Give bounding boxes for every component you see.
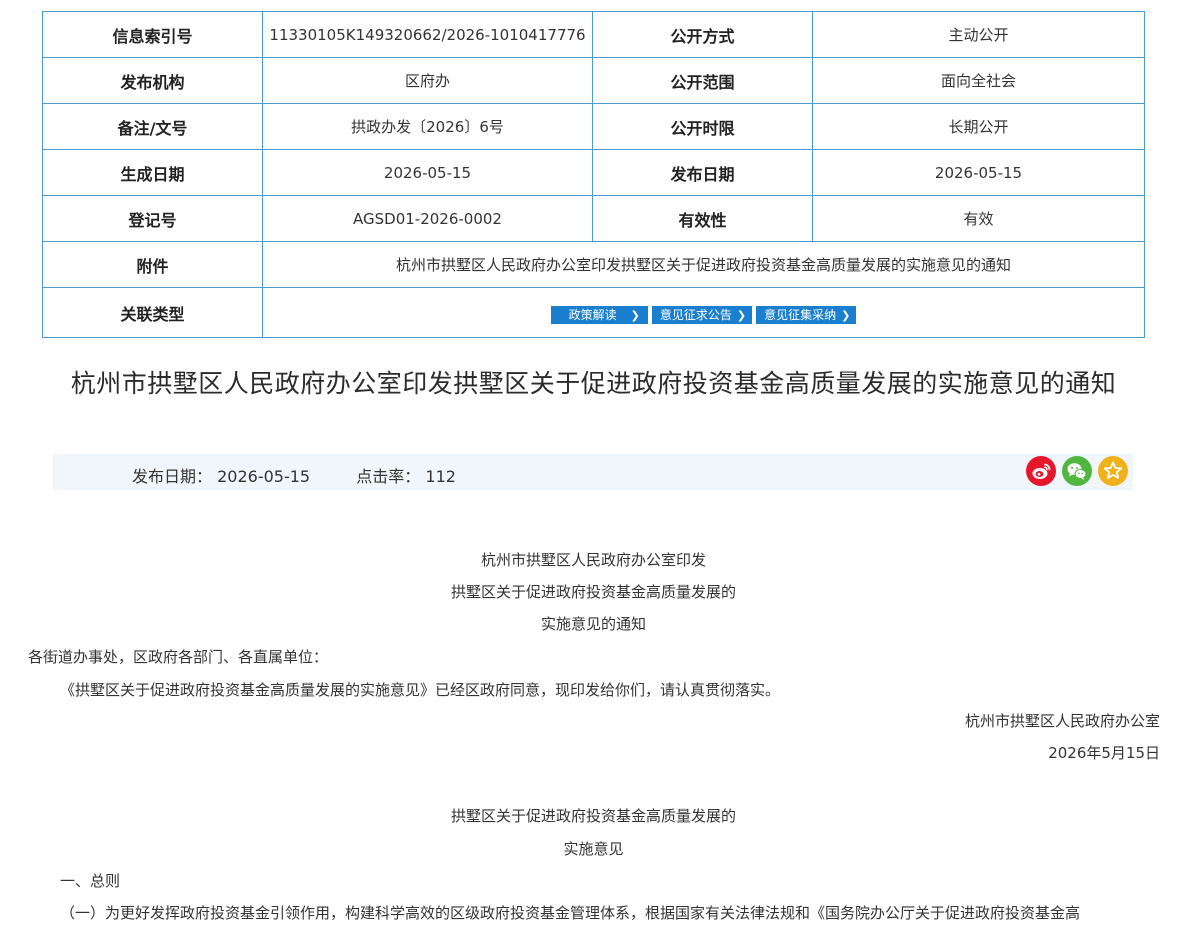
related-type-label: 关联类型 <box>42 287 263 338</box>
recipients: 各街道办事处，区政府各部门、各直属单位： <box>28 648 329 666</box>
index-no-value: 11330105K149320662/2026-1010417776 <box>262 11 593 58</box>
sub-title-line: 拱墅区关于促进政府投资基金高质量发展的 <box>450 807 736 825</box>
body-paragraph: 《拱墅区关于促进政府投资基金高质量发展的实施意见》已经区政府同意，现印发给你们，… <box>60 681 781 699</box>
doc-heading-line: 拱墅区关于促进政府投资基金高质量发展的 <box>450 583 736 601</box>
table-row: 登记号 AGSD01-2026-0002 有效性 有效 <box>42 195 1145 242</box>
table-row: 信息索引号 11330105K149320662/2026-1010417776… <box>42 11 1145 58</box>
table-row: 生成日期 2026-05-15 发布日期 2026-05-15 <box>42 149 1145 196</box>
sub-title-line: 实施意见 <box>563 840 624 858</box>
hits-value: 112 <box>425 467 456 486</box>
publish-date-value: 2026-05-15 <box>217 467 311 486</box>
index-no-label: 信息索引号 <box>42 11 263 58</box>
article-meta: 发布日期： 2026-05-15 点击率： 112 <box>132 463 456 487</box>
table-row: 关联类型 政策解读 ❯ 意见征求公告 ❯ 意见征集采纳 ❯ <box>42 287 1145 338</box>
sign-date: 2026年5月15日 <box>1048 744 1160 762</box>
feedback-adoption-button[interactable]: 意见征集采纳 ❯ <box>756 305 857 324</box>
body-paragraph: （一）为更好发挥政府投资基金引领作用，构建科学高效的区级政府投资基金管理体系，根… <box>60 904 1081 922</box>
created-date-value: 2026-05-15 <box>262 149 593 196</box>
validity-value: 有效 <box>812 195 1145 242</box>
weibo-icon <box>1032 463 1051 479</box>
wechat-share-button[interactable] <box>1062 456 1092 486</box>
open-method-value: 主动公开 <box>812 11 1145 58</box>
tag-label: 意见征求公告 <box>659 307 732 322</box>
doc-heading-line: 杭州市拱墅区人民政府办公室印发 <box>480 551 706 569</box>
table-row: 附件 杭州市拱墅区人民政府办公室印发拱墅区关于促进政府投资基金高质量发展的实施意… <box>42 241 1145 288</box>
doc-no-label: 备注/文号 <box>42 103 263 150</box>
related-type-tags: 政策解读 ❯ 意见征求公告 ❯ 意见征集采纳 ❯ <box>262 287 1145 338</box>
tag-label: 意见征集采纳 <box>764 307 837 322</box>
attachment-label: 附件 <box>42 241 263 288</box>
validity-label: 有效性 <box>592 195 813 242</box>
attachment-link[interactable]: 杭州市拱墅区人民政府办公室印发拱墅区关于促进政府投资基金高质量发展的实施意见的通… <box>262 241 1145 288</box>
doc-heading-line: 实施意见的通知 <box>540 615 646 633</box>
chevron-right-icon: ❯ <box>841 308 851 322</box>
publisher-label: 发布机构 <box>42 57 263 104</box>
favorite-button[interactable] <box>1098 456 1128 486</box>
table-row: 备注/文号 拱政办发〔2026〕6号 公开时限 长期公开 <box>42 103 1145 150</box>
doc-no-value: 拱政办发〔2026〕6号 <box>262 103 593 150</box>
open-period-label: 公开时限 <box>592 103 813 150</box>
info-disclosure-table: 信息索引号 11330105K149320662/2026-1010417776… <box>42 11 1145 338</box>
weibo-share-button[interactable] <box>1026 456 1056 486</box>
publisher-value: 区府办 <box>262 57 593 104</box>
chevron-right-icon: ❯ <box>630 308 640 322</box>
tag-label: 政策解读 <box>568 307 617 322</box>
consultation-notice-button[interactable]: 意见征求公告 ❯ <box>651 305 753 324</box>
signature: 杭州市拱墅区人民政府办公室 <box>964 712 1160 730</box>
open-method-label: 公开方式 <box>592 11 813 58</box>
section-heading: 一、总则 <box>60 872 121 890</box>
open-period-value: 长期公开 <box>812 103 1145 150</box>
created-date-label: 生成日期 <box>42 149 263 196</box>
publish-date-label: 发布日期： <box>132 467 213 486</box>
chevron-right-icon: ❯ <box>736 308 747 322</box>
open-scope-label: 公开范围 <box>592 57 813 104</box>
table-row: 发布机构 区府办 公开范围 面向全社会 <box>42 57 1145 104</box>
favorite-star-icon <box>1103 461 1123 479</box>
reg-no-label: 登记号 <box>42 195 263 242</box>
wechat-icon <box>1067 463 1087 480</box>
hits-label: 点击率： <box>356 467 421 486</box>
publish-date-label: 发布日期 <box>592 149 813 196</box>
publish-date-value: 2026-05-15 <box>812 149 1145 196</box>
policy-interpretation-button[interactable]: 政策解读 ❯ <box>550 305 648 324</box>
page-title: 杭州市拱墅区人民政府办公室印发拱墅区关于促进政府投资基金高质量发展的实施意见的通… <box>70 369 1117 398</box>
open-scope-value: 面向全社会 <box>812 57 1145 104</box>
reg-no-value: AGSD01-2026-0002 <box>262 195 593 242</box>
article-info-bar: 发布日期： 2026-05-15 点击率： 112 <box>53 454 1133 490</box>
